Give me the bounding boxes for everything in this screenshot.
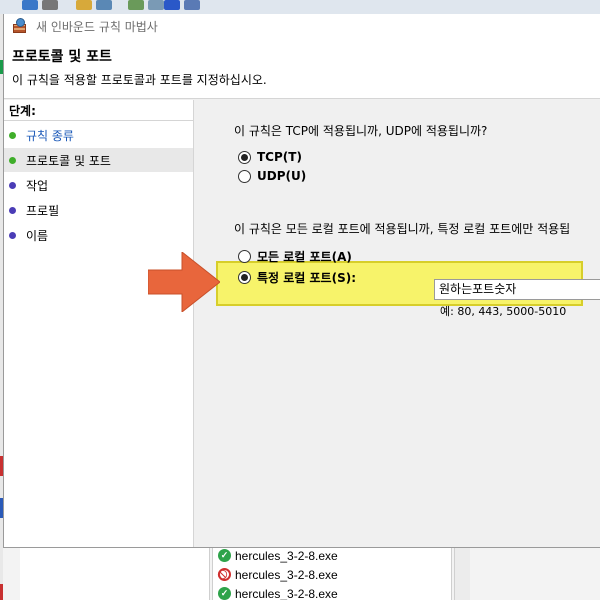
specific-ports-input[interactable]: 원하는포트숫자	[434, 279, 600, 300]
port-example-text: 예: 80, 443, 5000-5010	[440, 305, 567, 318]
page-description: 이 규칙을 적용할 프로토콜과 포트를 지정하십시오.	[12, 73, 267, 87]
file-name: hercules_3-2-8.exe	[235, 548, 338, 563]
list-item[interactable]: ✓ hercules_3-2-8.exe	[218, 584, 338, 600]
firewall-icon	[12, 18, 28, 34]
steps-panel: 단계: 규칙 종류 프로토콜 및 포트 작업 프로필 이름	[4, 100, 194, 547]
inbound-rule-wizard-window: 새 인바운드 규칙 마법사 프로토콜 및 포트 이 규칙을 적용할 프로토콜과 …	[3, 14, 600, 548]
radio-unselected-icon[interactable]	[238, 169, 251, 183]
step-pending-dot-icon	[9, 181, 16, 189]
udp-radio[interactable]: UDP(U)	[238, 169, 306, 183]
radio-selected-icon[interactable]	[238, 271, 251, 284]
step-current-dot-icon	[9, 156, 16, 164]
folder-icon	[76, 0, 92, 10]
file-name: hercules_3-2-8.exe	[235, 567, 338, 582]
step-pending-dot-icon	[9, 206, 16, 214]
step-protocol-and-ports[interactable]: 프로토콜 및 포트	[4, 148, 193, 172]
step-label: 프로필	[26, 203, 60, 218]
tcp-label: TCP(T)	[257, 150, 302, 164]
background-scrollbar[interactable]	[454, 548, 470, 600]
window-title: 새 인바운드 규칙 마법사	[36, 19, 158, 34]
back-arrow-icon	[22, 0, 38, 10]
allowed-check-icon: ✓	[218, 549, 231, 562]
protocol-question: 이 규칙은 TCP에 적용됩니까, UDP에 적용됩니까?	[234, 124, 488, 138]
tcp-radio[interactable]: TCP(T)	[238, 150, 302, 164]
specific-ports-radio[interactable]: 특정 로컬 포트(S):	[238, 269, 356, 286]
background-file-list: ✓ hercules_3-2-8.exe ⃠ hercules_3-2-8.ex…	[218, 546, 338, 600]
list-item[interactable]: ✓ hercules_3-2-8.exe	[218, 546, 338, 565]
pointer-arrow-icon	[148, 252, 220, 312]
title-bar[interactable]: 새 인바운드 규칙 마법사	[4, 14, 600, 38]
port-question: 이 규칙은 모든 로컬 포트에 적용됩니까, 특정 로컬 포트에만 적용됩	[234, 222, 571, 236]
panel-icon	[184, 0, 200, 10]
file-name: hercules_3-2-8.exe	[235, 586, 338, 600]
step-rule-type[interactable]: 규칙 종류	[4, 123, 193, 147]
view-icon	[96, 0, 112, 10]
steps-heading: 단계:	[9, 104, 36, 118]
step-action[interactable]: 작업	[4, 173, 193, 197]
step-profile[interactable]: 프로필	[4, 198, 193, 222]
page-title: 프로토콜 및 포트	[12, 49, 112, 65]
properties-icon	[148, 0, 164, 10]
forward-arrow-icon	[42, 0, 58, 10]
step-complete-dot-icon	[9, 131, 16, 139]
step-label: 규칙 종류	[26, 128, 74, 143]
wizard-header: 프로토콜 및 포트 이 규칙을 적용할 프로토콜과 포트를 지정하십시오.	[4, 38, 600, 99]
blocked-icon: ⃠	[218, 568, 231, 581]
all-ports-label: 모든 로컬 포트(A)	[257, 250, 352, 264]
step-label: 이름	[26, 228, 49, 243]
list-item[interactable]: ⃠ hercules_3-2-8.exe	[218, 565, 338, 584]
wizard-content: 이 규칙은 TCP에 적용됩니까, UDP에 적용됩니까? TCP(T) UDP…	[198, 100, 600, 547]
steps-divider	[4, 120, 194, 121]
udp-label: UDP(U)	[257, 169, 307, 183]
background-toolbar	[0, 0, 600, 14]
specific-ports-label: 특정 로컬 포트(S):	[257, 271, 357, 285]
step-label: 프로토콜 및 포트	[26, 153, 111, 168]
step-name[interactable]: 이름	[4, 223, 193, 247]
all-ports-radio[interactable]: 모든 로컬 포트(A)	[238, 248, 352, 265]
export-icon	[128, 0, 144, 10]
allowed-check-icon: ✓	[218, 587, 231, 600]
background-strip-bottom	[0, 584, 3, 600]
radio-selected-icon[interactable]	[238, 150, 251, 164]
radio-unselected-icon[interactable]	[238, 250, 251, 263]
background-tree-pane	[20, 548, 210, 600]
help-icon	[164, 0, 180, 10]
step-label: 작업	[26, 178, 49, 193]
step-pending-dot-icon	[9, 231, 16, 239]
